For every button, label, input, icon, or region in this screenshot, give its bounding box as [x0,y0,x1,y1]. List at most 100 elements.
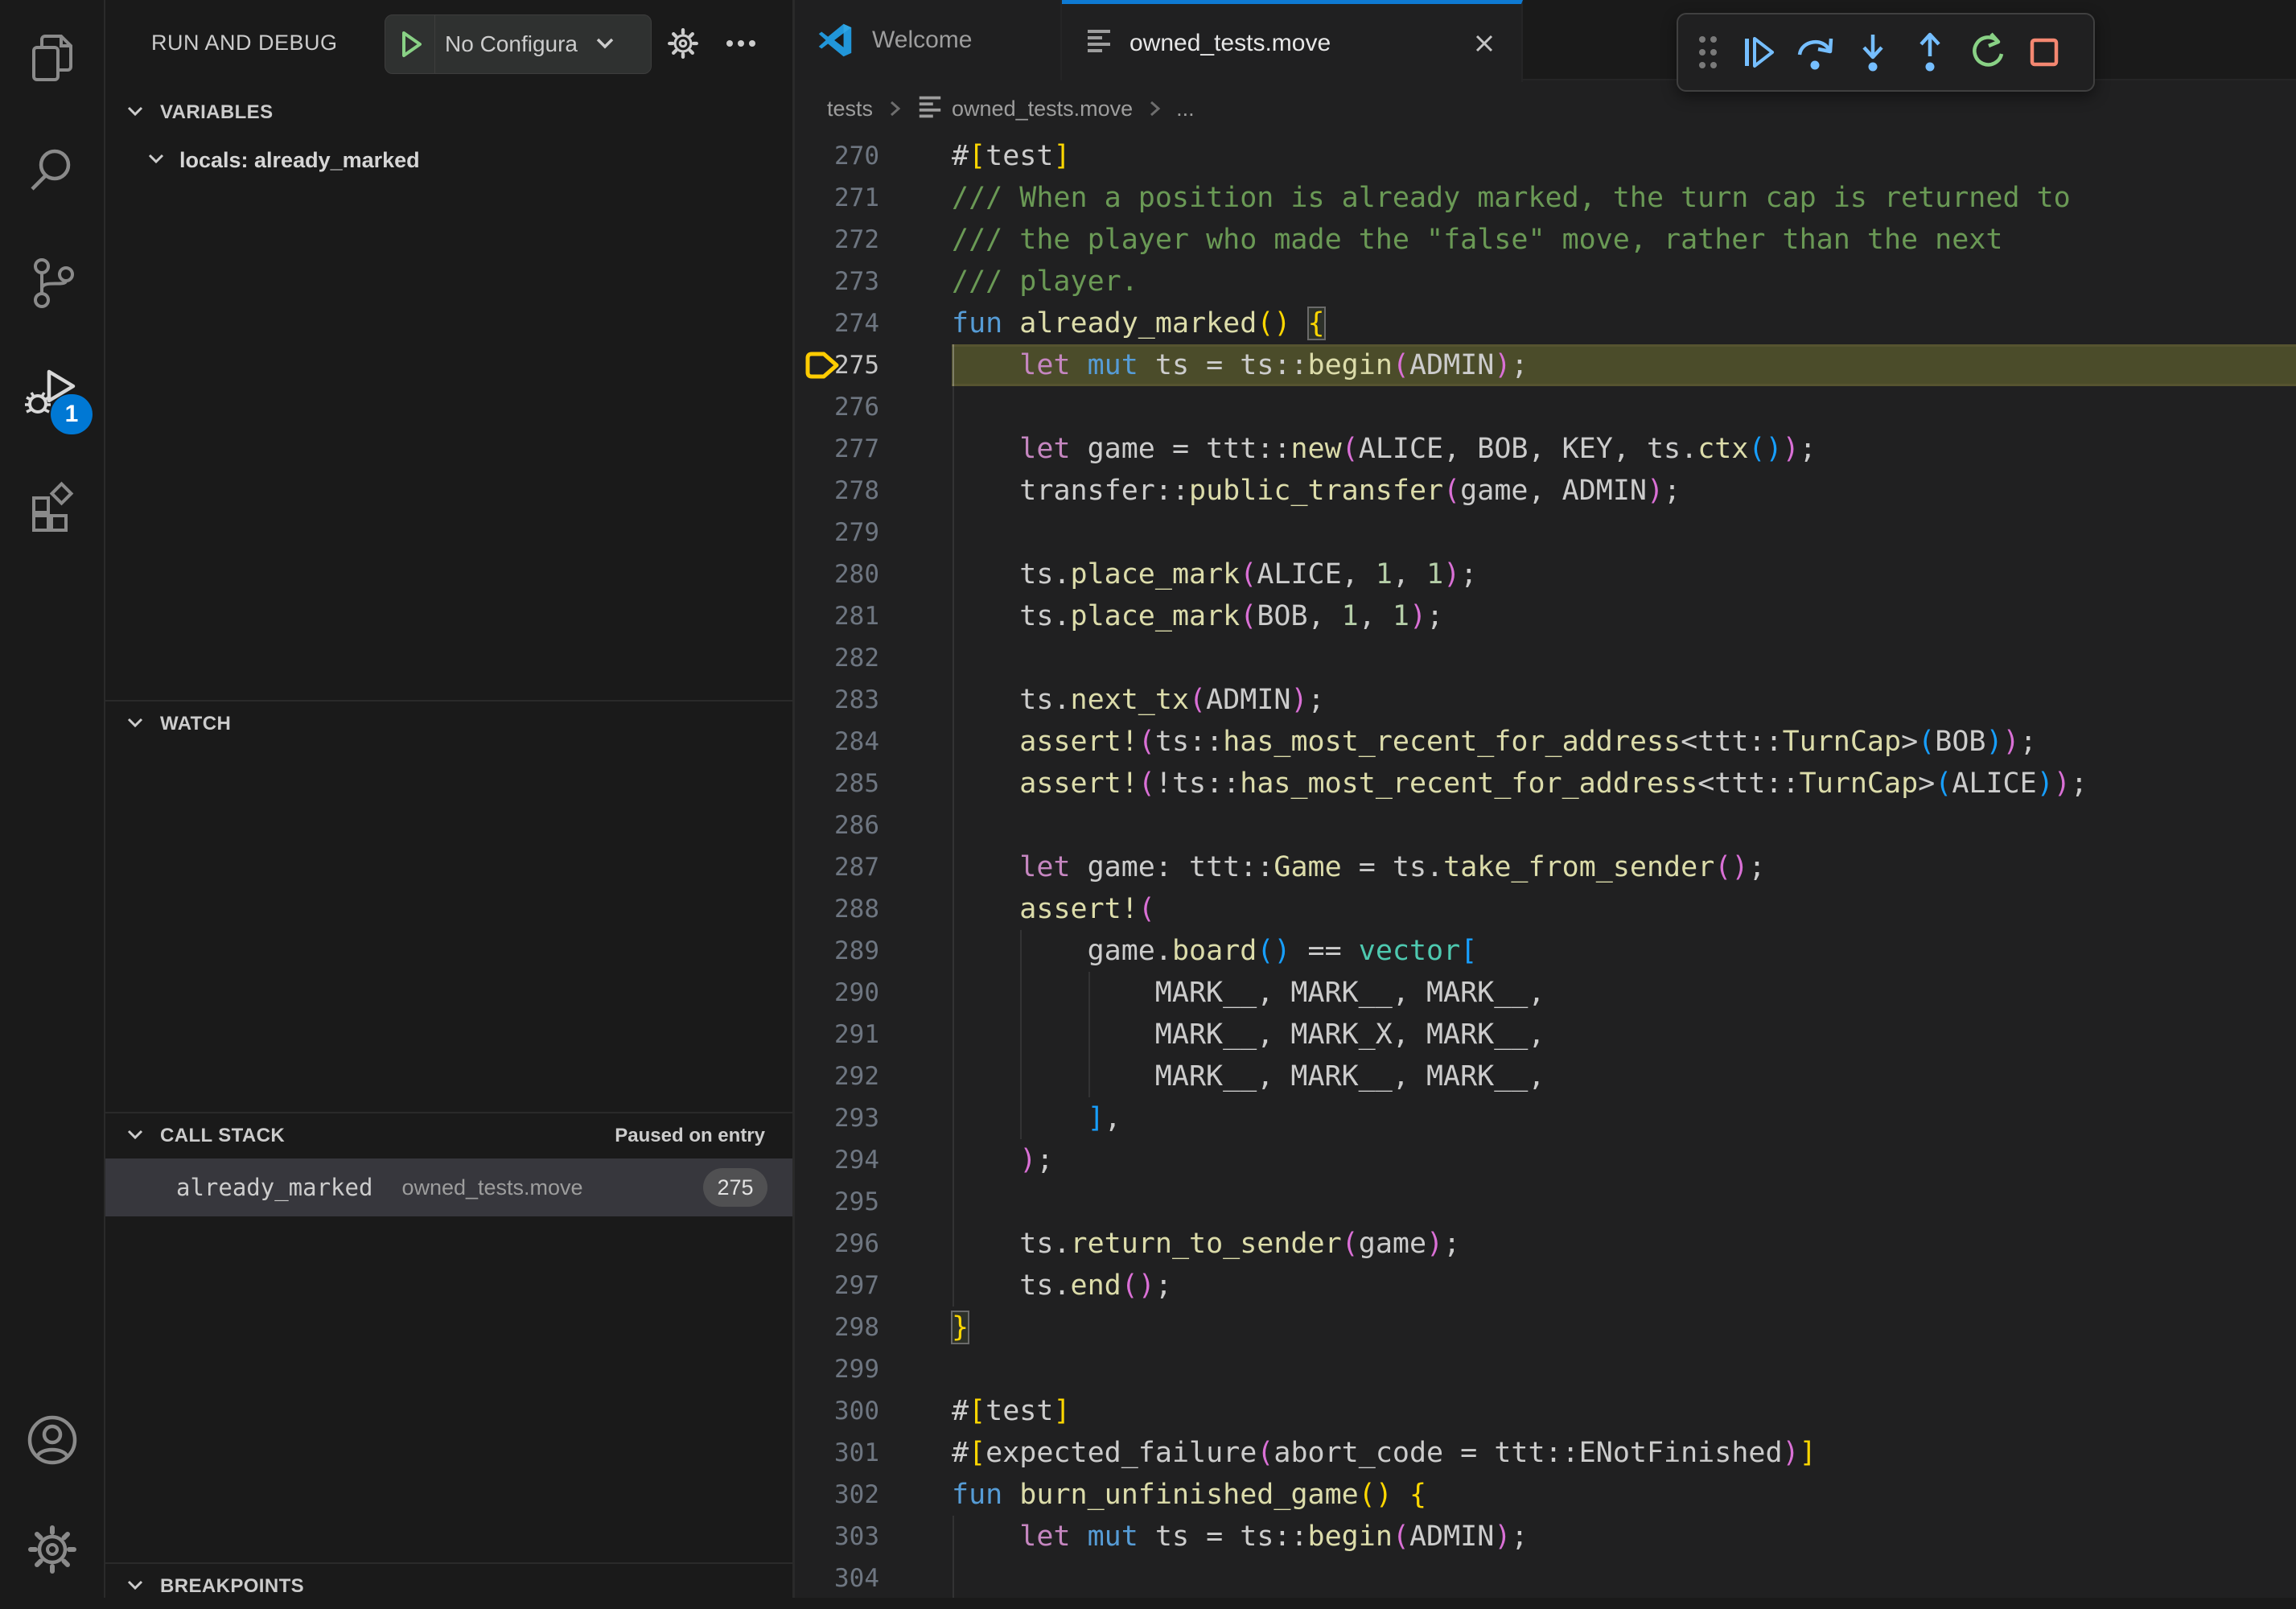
line-gutter[interactable]: 277 [795,428,952,470]
stop-button[interactable] [2015,20,2072,84]
code-line-275[interactable]: 275let mut ts = ts::begin(ADMIN); [795,344,2296,386]
code-line-292[interactable]: 292MARK__, MARK__, MARK__, [795,1056,2296,1097]
breadcrumb-folder[interactable]: tests [827,97,873,121]
line-gutter[interactable]: 286 [795,804,952,846]
code-line-272[interactable]: 272/// the player who made the "false" m… [795,219,2296,261]
line-gutter[interactable]: 280 [795,553,952,595]
continue-button[interactable] [1730,20,1787,84]
line-gutter[interactable]: 303 [795,1516,952,1558]
line-gutter[interactable]: 281 [795,595,952,637]
section-variables[interactable]: VARIABLES [105,90,792,135]
more-actions-icon[interactable] [717,19,765,68]
step-into-button[interactable] [1844,20,1901,84]
line-gutter[interactable]: 300 [795,1390,952,1432]
code-line-291[interactable]: 291MARK__, MARK_X, MARK__, [795,1014,2296,1056]
code-line-284[interactable]: 284assert!(ts::has_most_recent_for_addre… [795,721,2296,763]
code-line-270[interactable]: 270#[test] [795,135,2296,177]
line-gutter[interactable]: 299 [795,1348,952,1390]
line-gutter[interactable]: 288 [795,888,952,930]
line-gutter[interactable]: 283 [795,679,952,721]
line-gutter[interactable]: 275 [795,344,952,386]
line-gutter[interactable]: 273 [795,261,952,302]
code-line-282[interactable]: 282 [795,637,2296,679]
tab-welcome[interactable]: Welcome [795,0,1062,80]
line-gutter[interactable]: 285 [795,763,952,804]
breadcrumb-file[interactable]: owned_tests.move [952,97,1133,121]
breadcrumb-symbol[interactable]: ... [1176,97,1195,121]
code-line-294[interactable]: 294); [795,1139,2296,1181]
line-gutter[interactable]: 293 [795,1097,952,1139]
line-gutter[interactable]: 292 [795,1056,952,1097]
step-over-button[interactable] [1787,20,1844,84]
toolbar-drag-handle[interactable] [1686,20,1730,84]
code-line-277[interactable]: 277let game = ttt::new(ALICE, BOB, KEY, … [795,428,2296,470]
close-icon[interactable] [1467,26,1502,61]
run-and-debug-icon[interactable]: 1 [0,346,104,442]
settings-gear-icon[interactable] [0,1501,104,1598]
line-gutter[interactable]: 284 [795,721,952,763]
debug-settings-gear-icon[interactable] [659,19,707,68]
code-line-301[interactable]: 301#[expected_failure(abort_code = ttt::… [795,1432,2296,1474]
line-gutter[interactable]: 289 [795,930,952,972]
code-line-283[interactable]: 283ts.next_tx(ADMIN); [795,679,2296,721]
line-gutter[interactable]: 282 [795,637,952,679]
variables-scope-locals[interactable]: locals: already_marked [105,138,792,182]
start-debug-icon[interactable] [385,15,435,73]
code-line-298[interactable]: 298} [795,1307,2296,1348]
line-gutter[interactable]: 301 [795,1432,952,1474]
source-control-icon[interactable] [0,235,104,331]
code-line-276[interactable]: 276 [795,386,2296,428]
code-line-299[interactable]: 299 [795,1348,2296,1390]
line-gutter[interactable]: 279 [795,512,952,553]
code-line-290[interactable]: 290MARK__, MARK__, MARK__, [795,972,2296,1014]
code-line-297[interactable]: 297ts.end(); [795,1265,2296,1307]
explorer-icon[interactable] [0,10,104,106]
line-gutter[interactable]: 294 [795,1139,952,1181]
code-line-296[interactable]: 296ts.return_to_sender(game); [795,1223,2296,1265]
section-call-stack[interactable]: CALL STACK Paused on entry [105,1113,792,1158]
code-line-304[interactable]: 304 [795,1558,2296,1598]
code-line-280[interactable]: 280ts.place_mark(ALICE, 1, 1); [795,553,2296,595]
code-line-279[interactable]: 279 [795,512,2296,553]
code-line-288[interactable]: 288assert!( [795,888,2296,930]
tab-owned-tests-move[interactable]: owned_tests.move [1062,0,1523,82]
line-gutter[interactable]: 304 [795,1558,952,1598]
line-gutter[interactable]: 295 [795,1181,952,1223]
line-gutter[interactable]: 302 [795,1474,952,1516]
section-breakpoints[interactable]: BREAKPOINTS [105,1564,792,1609]
restart-button[interactable] [1958,20,2015,84]
line-gutter[interactable]: 291 [795,1014,952,1056]
line-gutter[interactable]: 297 [795,1265,952,1307]
line-gutter[interactable]: 298 [795,1307,952,1348]
section-watch[interactable]: WATCH [105,702,792,747]
line-gutter[interactable]: 287 [795,846,952,888]
code-line-287[interactable]: 287let game: ttt::Game = ts.take_from_se… [795,846,2296,888]
code-line-285[interactable]: 285assert!(!ts::has_most_recent_for_addr… [795,763,2296,804]
search-icon[interactable] [0,122,104,219]
code-line-300[interactable]: 300#[test] [795,1390,2296,1432]
extensions-icon[interactable] [0,460,104,557]
launch-config-dropdown[interactable]: No Configura [385,14,652,74]
line-gutter[interactable]: 270 [795,135,952,177]
code-line-302[interactable]: 302fun burn_unfinished_game() { [795,1474,2296,1516]
code-line-281[interactable]: 281ts.place_mark(BOB, 1, 1); [795,595,2296,637]
step-out-button[interactable] [1901,20,1958,84]
line-gutter[interactable]: 276 [795,386,952,428]
code-line-278[interactable]: 278transfer::public_transfer(game, ADMIN… [795,470,2296,512]
account-icon[interactable] [0,1392,104,1488]
line-gutter[interactable]: 274 [795,302,952,344]
line-gutter[interactable]: 296 [795,1223,952,1265]
code-line-286[interactable]: 286 [795,804,2296,846]
code-line-274[interactable]: 274fun already_marked() { [795,302,2296,344]
code-line-289[interactable]: 289game.board() == vector[ [795,930,2296,972]
code-line-293[interactable]: 293], [795,1097,2296,1139]
line-gutter[interactable]: 272 [795,219,952,261]
code-line-271[interactable]: 271/// When a position is already marked… [795,177,2296,219]
line-gutter[interactable]: 290 [795,972,952,1014]
line-gutter[interactable]: 271 [795,177,952,219]
code-line-295[interactable]: 295 [795,1181,2296,1223]
code-line-303[interactable]: 303let mut ts = ts::begin(ADMIN); [795,1516,2296,1558]
line-gutter[interactable]: 278 [795,470,952,512]
code-line-273[interactable]: 273/// player. [795,261,2296,302]
call-stack-frame-row[interactable]: already_marked owned_tests.move 275 [105,1158,792,1216]
